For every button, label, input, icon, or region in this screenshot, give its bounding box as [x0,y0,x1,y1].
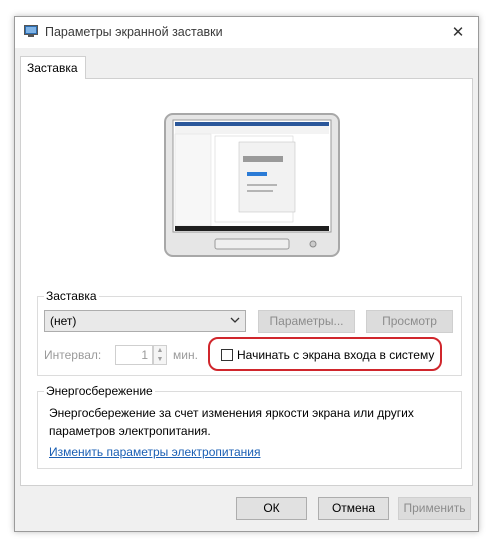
app-icon [24,25,38,37]
interval-stepper[interactable]: ▲ ▼ [153,345,167,365]
power-settings-link[interactable]: Изменить параметры электропитания [49,445,260,459]
close-icon[interactable]: ✕ [438,17,478,48]
title-bar: Параметры экранной заставки ✕ [15,17,478,48]
power-group-label: Энергосбережение [44,384,155,398]
window-title: Параметры экранной заставки [45,25,223,39]
highlight-annotation [208,337,442,371]
stepper-up-icon[interactable]: ▲ [154,346,166,355]
interval-unit: мин. [173,348,198,362]
stepper-down-icon[interactable]: ▼ [154,355,166,364]
power-description: Энергосбережение за счет изменения яркос… [49,406,414,438]
screensaver-select[interactable]: (нет) [44,310,246,332]
interval-label: Интервал: [44,348,102,362]
tab-screensaver[interactable]: Заставка [20,56,86,79]
cancel-button[interactable]: Отмена [318,497,389,520]
interval-input[interactable]: 1 [115,345,153,365]
screensaver-group-label: Заставка [44,289,99,303]
settings-button[interactable]: Параметры... [258,310,355,333]
screensaver-settings-window: Параметры экранной заставки ✕ Заставка З… [14,16,479,532]
monitor-preview [164,113,340,257]
screensaver-select-value: (нет) [50,314,77,328]
preview-button[interactable]: Просмотр [366,310,453,333]
tab-panel: Заставка (нет) Параметры... Просмотр Инт… [20,78,473,486]
ok-button[interactable]: ОК [236,497,307,520]
chevron-down-icon [230,313,240,330]
apply-button[interactable]: Применить [398,497,471,520]
